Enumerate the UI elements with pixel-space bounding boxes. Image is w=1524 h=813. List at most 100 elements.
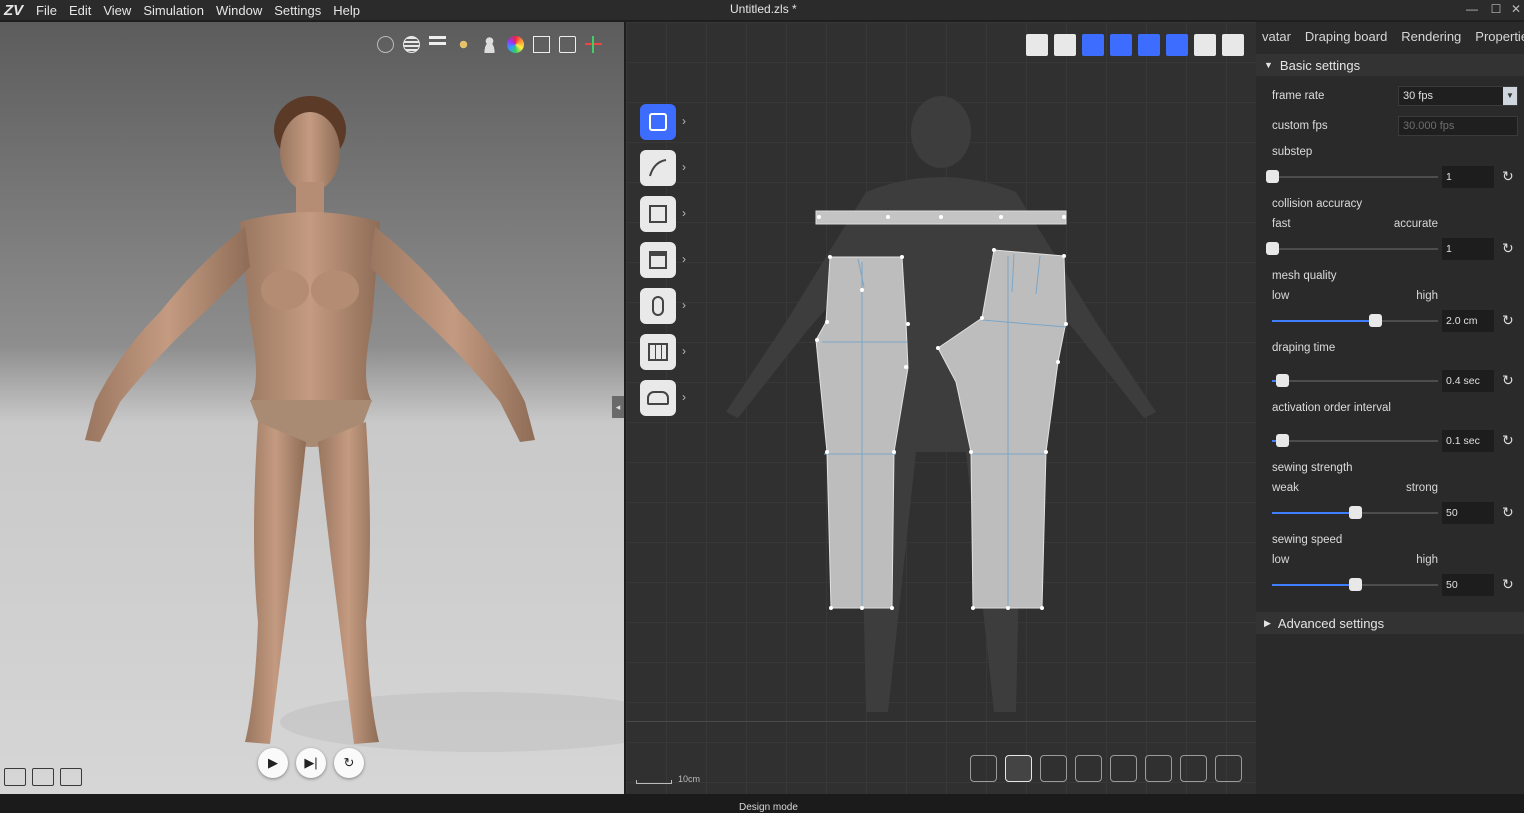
- collision-accuracy-value[interactable]: 1: [1442, 238, 1494, 260]
- minimize-icon[interactable]: —: [1462, 0, 1482, 20]
- menu-window[interactable]: Window: [210, 3, 268, 18]
- slider-thumb[interactable]: [1266, 242, 1279, 255]
- rectangle-tool[interactable]: ›: [640, 196, 686, 232]
- chevron-right-icon[interactable]: ›: [682, 160, 686, 174]
- reset-icon[interactable]: ↻: [1502, 432, 1514, 449]
- chevron-right-icon[interactable]: ›: [682, 114, 686, 128]
- slider-thumb[interactable]: [1349, 578, 1362, 591]
- menu-simulation[interactable]: Simulation: [137, 3, 210, 18]
- slider-thumb[interactable]: [1349, 506, 1362, 519]
- low-label: fast: [1272, 218, 1291, 230]
- slider-thumb[interactable]: [1275, 374, 1289, 387]
- menu-edit[interactable]: Edit: [63, 3, 97, 18]
- mesh-quality-label: mesh quality: [1272, 270, 1337, 282]
- zoom-search-icon[interactable]: [32, 768, 54, 786]
- reset-icon[interactable]: ↻: [1502, 372, 1514, 389]
- select-pattern-icon[interactable]: [970, 755, 997, 782]
- chevron-down-icon: ▼: [1264, 60, 1273, 70]
- sewing-speed-range: low high: [1256, 554, 1524, 570]
- pattern-canvas[interactable]: [626, 22, 1256, 722]
- maximize-icon[interactable]: ☐: [1486, 0, 1506, 20]
- camera-icon[interactable]: [60, 768, 82, 786]
- slider-thumb[interactable]: [1266, 170, 1279, 183]
- slider-thumb[interactable]: [1368, 314, 1382, 327]
- menu-help[interactable]: Help: [327, 3, 366, 18]
- pattern-bottom-toolbar: [970, 755, 1242, 782]
- play-button[interactable]: ▶: [258, 748, 288, 778]
- chevron-right-icon[interactable]: ›: [682, 206, 686, 220]
- activation-order-slider[interactable]: [1272, 434, 1438, 447]
- avatar-model[interactable]: [0, 22, 624, 794]
- chevron-right-icon[interactable]: ›: [682, 390, 686, 404]
- frame-rate-row: frame rate 30 fps ▼: [1256, 82, 1524, 112]
- edit-curve-icon[interactable]: [1005, 755, 1032, 782]
- custom-fps-label: custom fps: [1272, 120, 1328, 132]
- trace-icon[interactable]: [1180, 755, 1207, 782]
- advanced-settings-header[interactable]: ▶ Advanced settings: [1256, 612, 1524, 634]
- transform-pattern-icon: [649, 113, 667, 131]
- tape-measure-tool[interactable]: ›: [640, 380, 686, 416]
- close-icon[interactable]: ✕: [1506, 0, 1524, 20]
- frame-rate-label: frame rate: [1272, 90, 1325, 102]
- pin-icon[interactable]: [1075, 755, 1102, 782]
- button-icon: [652, 296, 664, 316]
- frame-rate-value: 30 fps: [1403, 90, 1433, 102]
- reset-icon[interactable]: ↻: [1502, 168, 1514, 185]
- sewing-speed-value[interactable]: 50: [1442, 574, 1494, 596]
- panel-tabs: vatar Draping board Rendering Properties: [1256, 22, 1524, 50]
- tab-rendering[interactable]: Rendering: [1395, 29, 1469, 44]
- chevron-right-icon[interactable]: ›: [682, 344, 686, 358]
- curve-tool[interactable]: ›: [640, 150, 686, 186]
- transform-pattern-tool[interactable]: ›: [640, 104, 686, 140]
- high-label: strong: [1406, 482, 1438, 494]
- substep-slider[interactable]: [1266, 170, 1438, 183]
- menu-settings[interactable]: Settings: [268, 3, 327, 18]
- sewing-strength-value[interactable]: 50: [1442, 502, 1494, 524]
- activation-order-interval-label: activation order interval: [1272, 402, 1391, 414]
- slider-thumb[interactable]: [1275, 434, 1289, 447]
- tab-properties[interactable]: Properties: [1469, 29, 1524, 44]
- chevron-down-icon[interactable]: ▼: [1503, 87, 1517, 105]
- button-tool[interactable]: ›: [640, 288, 686, 324]
- mesh-quality-value[interactable]: 2.0 cm: [1442, 310, 1494, 332]
- group-icon[interactable]: [1215, 755, 1242, 782]
- reset-icon[interactable]: ↻: [1502, 576, 1514, 593]
- custom-fps-input: 30.000 fps: [1398, 116, 1518, 136]
- chevron-right-icon[interactable]: ›: [682, 298, 686, 312]
- basic-settings-header[interactable]: ▼ Basic settings: [1256, 54, 1524, 76]
- section-title: Basic settings: [1279, 57, 1361, 73]
- tab-draping-board[interactable]: Draping board: [1299, 29, 1395, 44]
- sewing-strength-range: weak strong: [1256, 482, 1524, 498]
- tab-avatar[interactable]: vatar: [1256, 29, 1299, 44]
- draping-time-value[interactable]: 0.4 sec: [1442, 370, 1494, 392]
- pattern-window-2d[interactable]: › › › › › › › 10cm: [626, 22, 1256, 794]
- collapse-panel-handle[interactable]: ◂: [612, 396, 624, 418]
- sewing-seam-tool[interactable]: ›: [640, 242, 686, 278]
- reset-icon[interactable]: ↻: [1502, 312, 1514, 329]
- status-bar: Design mode: [0, 794, 1524, 813]
- draping-time-slider[interactable]: [1272, 374, 1438, 387]
- gallery-icon[interactable]: [4, 768, 26, 786]
- sewing-strength-slider[interactable]: [1272, 506, 1438, 519]
- viewport-3d[interactable]: ▶ ▶| ↻: [0, 22, 624, 794]
- sewing-speed-slider[interactable]: [1272, 578, 1438, 591]
- fold-tool[interactable]: ›: [640, 334, 686, 370]
- collision-accuracy-slider[interactable]: [1266, 242, 1438, 255]
- substep-value[interactable]: 1: [1442, 166, 1494, 188]
- reset-animation-button[interactable]: ↻: [334, 748, 364, 778]
- activation-order-value[interactable]: 0.1 sec: [1442, 430, 1494, 452]
- menu-view[interactable]: View: [97, 3, 137, 18]
- step-button[interactable]: ▶|: [296, 748, 326, 778]
- frame-rate-select[interactable]: 30 fps ▼: [1398, 86, 1518, 106]
- reset-icon[interactable]: ↻: [1502, 504, 1514, 521]
- scale-bar: 10cm: [636, 774, 700, 784]
- mesh-quality-slider[interactable]: [1272, 314, 1438, 327]
- fold-arrange-icon[interactable]: [1110, 755, 1137, 782]
- custom-fps-row: custom fps 30.000 fps: [1256, 112, 1524, 142]
- sewing-icon[interactable]: [1040, 755, 1067, 782]
- menu-file[interactable]: File: [30, 3, 63, 18]
- line-icon[interactable]: [1145, 755, 1172, 782]
- reset-icon[interactable]: ↻: [1502, 240, 1514, 257]
- activation-order-slider-row: 0.1 sec ↻: [1256, 426, 1524, 456]
- chevron-right-icon[interactable]: ›: [682, 252, 686, 266]
